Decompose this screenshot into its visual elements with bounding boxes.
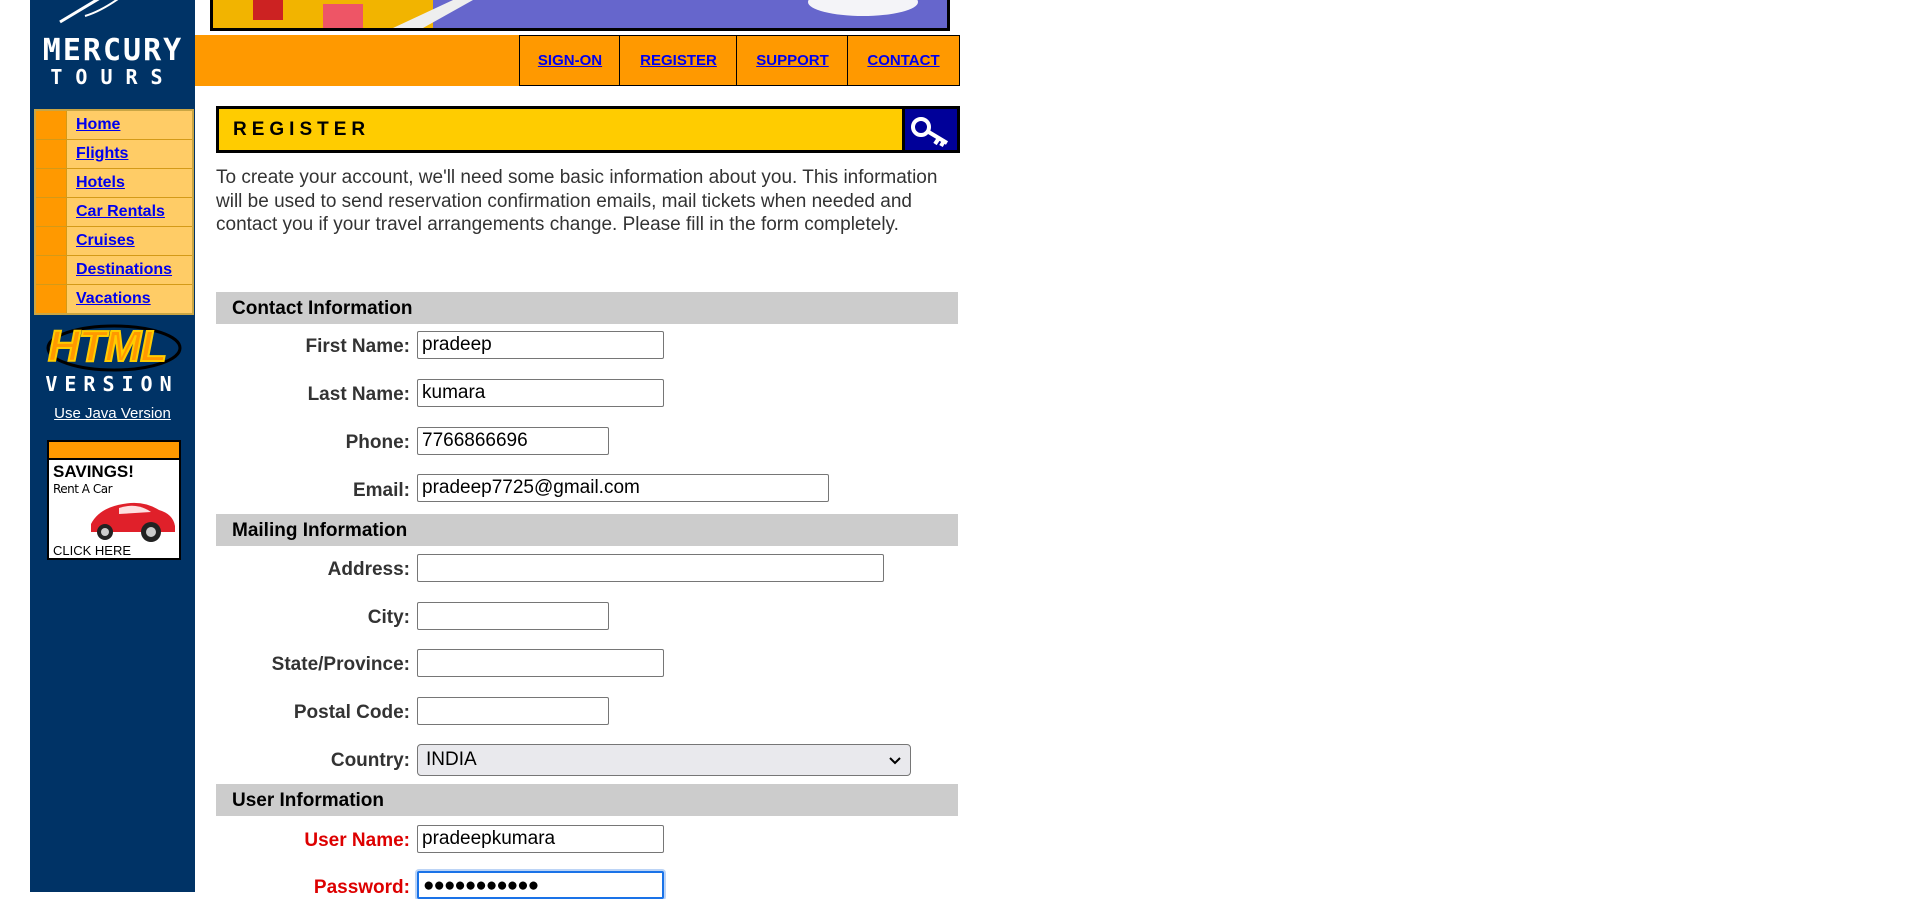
- email-input[interactable]: pradeep7725@gmail.com: [417, 474, 829, 502]
- use-java-version-link[interactable]: Use Java Version: [30, 405, 195, 422]
- password-input[interactable]: ●●●●●●●●●●●: [417, 871, 664, 899]
- menu-bullet: [36, 227, 67, 255]
- country-select[interactable]: INDIA: [417, 744, 911, 776]
- sidebar-link-cruises[interactable]: Cruises: [76, 232, 135, 250]
- email-label: Email:: [352, 480, 410, 501]
- password-label: Password:: [313, 877, 410, 898]
- phone-label: Phone:: [345, 432, 410, 453]
- section-user-information: User Information: [216, 784, 958, 816]
- ad-title: SAVINGS!: [53, 462, 134, 481]
- last-name-label: Last Name:: [307, 384, 410, 405]
- sidebar-link-flights[interactable]: Flights: [76, 145, 128, 163]
- postal-code-label: Postal Code:: [293, 702, 410, 723]
- logo-swoosh-icon: [59, 0, 119, 24]
- banner-graphic-icon: [213, 0, 918, 28]
- key-icon: [911, 117, 949, 148]
- topnav-item-support: SUPPORT: [736, 35, 848, 86]
- sidebar-link-hotels[interactable]: Hotels: [76, 174, 125, 192]
- sidebar-item-car-rentals: Car Rentals: [36, 198, 192, 227]
- topnav-item-signon: SIGN-ON: [519, 35, 620, 86]
- sidebar-item-hotels: Hotels: [36, 169, 192, 198]
- address-label: Address:: [327, 559, 410, 580]
- menu-bullet: [36, 198, 67, 226]
- sidebar-item-flights: Flights: [36, 140, 192, 169]
- header-banner-image: [210, 0, 950, 31]
- intro-paragraph: To create your account, we'll need some …: [216, 167, 938, 235]
- logo-text-mercury: MERCURY: [42, 33, 184, 68]
- menu-bullet: [36, 285, 67, 313]
- menu-bullet: [36, 169, 67, 197]
- state-province-input[interactable]: [417, 649, 664, 677]
- sidebar: MERCURY TOURS Home Flights Hotels Car Re…: [30, 0, 195, 892]
- section-contact-information: Contact Information: [216, 292, 958, 324]
- topnav-item-contact: CONTACT: [847, 35, 960, 86]
- state-province-label: State/Province:: [271, 654, 410, 675]
- sidebar-item-home: Home: [36, 111, 192, 140]
- rent-a-car-ad[interactable]: SAVINGS! Rent A Car CLICK HERE: [47, 440, 181, 560]
- logo-text-tours: TOURS: [50, 65, 176, 89]
- register-title-bar: REGISTER: [216, 106, 960, 153]
- phone-input[interactable]: 7766866696: [417, 427, 609, 455]
- sidebar-link-car-rentals[interactable]: Car Rentals: [76, 203, 165, 221]
- key-icon-box: [902, 109, 957, 150]
- first-name-label: First Name:: [305, 336, 410, 357]
- user-name-input[interactable]: pradeepkumara: [417, 825, 664, 853]
- address-input[interactable]: [417, 554, 884, 582]
- user-name-label: User Name:: [304, 830, 410, 851]
- chevron-down-icon: [889, 757, 901, 765]
- first-name-input[interactable]: pradeep: [417, 331, 664, 359]
- section-mailing-information: Mailing Information: [216, 514, 958, 546]
- ad-cta: CLICK HERE: [53, 543, 132, 558]
- mercury-tours-logo[interactable]: MERCURY TOURS: [30, 0, 195, 90]
- sidebar-item-cruises: Cruises: [36, 227, 192, 256]
- car-icon: [91, 502, 175, 542]
- section-heading: Mailing Information: [232, 520, 408, 541]
- contact-link[interactable]: CONTACT: [867, 52, 939, 69]
- sidebar-item-destinations: Destinations: [36, 256, 192, 285]
- menu-bullet: [36, 111, 67, 139]
- country-selected-value: INDIA: [426, 749, 477, 770]
- city-label: City:: [367, 607, 410, 628]
- menu-bullet: [36, 140, 67, 168]
- postal-code-input[interactable]: [417, 697, 609, 725]
- menu-bullet: [36, 256, 67, 284]
- sidebar-link-destinations[interactable]: Destinations: [76, 261, 172, 279]
- support-link[interactable]: SUPPORT: [756, 52, 829, 69]
- section-heading: Contact Information: [232, 298, 413, 319]
- sidebar-link-home[interactable]: Home: [76, 116, 120, 134]
- top-navigation-bar: SIGN-ON REGISTER SUPPORT CONTACT: [195, 35, 960, 86]
- topnav-item-register: REGISTER: [619, 35, 737, 86]
- html-version-badge: HTML VERSION: [42, 318, 182, 398]
- last-name-input[interactable]: kumara: [417, 379, 664, 407]
- country-label: Country:: [330, 750, 410, 771]
- section-heading: User Information: [232, 790, 385, 811]
- register-link[interactable]: REGISTER: [640, 52, 717, 69]
- sign-on-link[interactable]: SIGN-ON: [538, 52, 602, 69]
- html-version-big-text: HTML: [47, 322, 168, 371]
- sidebar-menu: Home Flights Hotels Car Rentals Cruises …: [34, 109, 194, 315]
- sidebar-link-vacations[interactable]: Vacations: [76, 290, 151, 308]
- page-title: REGISTER: [233, 119, 371, 140]
- city-input[interactable]: [417, 602, 609, 630]
- ad-stripe: [49, 442, 179, 460]
- sidebar-item-vacations: Vacations: [36, 285, 192, 313]
- html-version-small-text: VERSION: [45, 372, 179, 396]
